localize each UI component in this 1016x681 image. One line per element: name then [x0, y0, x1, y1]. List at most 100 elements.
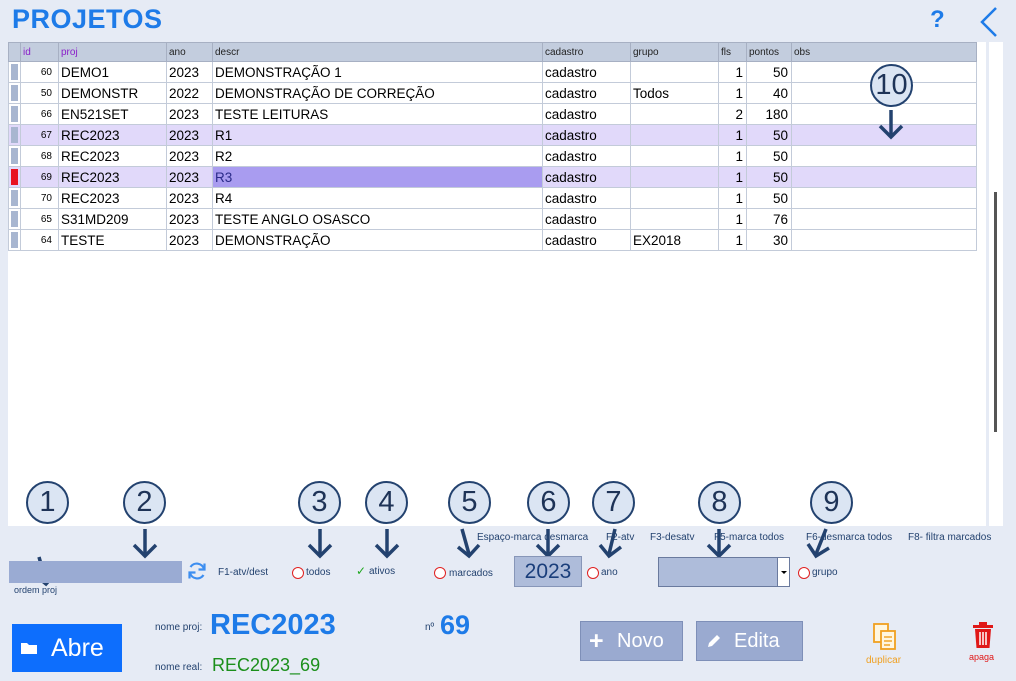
- cell-ano[interactable]: 2023: [166, 187, 213, 209]
- open-button[interactable]: Abre: [12, 624, 122, 672]
- projects-grid[interactable]: id proj ano descr cadastro grupo fls pon…: [8, 42, 986, 526]
- cell-pontos[interactable]: 40: [746, 82, 792, 104]
- cell-fls[interactable]: 1: [718, 187, 747, 209]
- radio-ano[interactable]: [587, 567, 599, 579]
- row-indicator[interactable]: [8, 166, 21, 188]
- cell-cadastro[interactable]: cadastro: [542, 208, 631, 230]
- cell-descr[interactable]: R2: [212, 145, 543, 167]
- cell-id[interactable]: 69: [20, 166, 59, 188]
- cell-fls[interactable]: 1: [718, 61, 747, 83]
- cell-cadastro[interactable]: cadastro: [542, 61, 631, 83]
- cell-pontos[interactable]: 76: [746, 208, 792, 230]
- cell-fls[interactable]: 1: [718, 124, 747, 146]
- cell-cadastro[interactable]: cadastro: [542, 82, 631, 104]
- cell-descr[interactable]: DEMONSTRAÇÃO DE CORREÇÃO: [212, 82, 543, 104]
- column-header[interactable]: descr: [212, 42, 543, 62]
- cell-ano[interactable]: 2023: [166, 61, 213, 83]
- cell-fls[interactable]: 1: [718, 145, 747, 167]
- cell-proj[interactable]: REC2023: [58, 124, 167, 146]
- row-indicator[interactable]: [8, 208, 21, 230]
- row-indicator[interactable]: [8, 229, 21, 251]
- cell-ano[interactable]: 2022: [166, 82, 213, 104]
- table-row[interactable]: 60 DEMO1 2023 DEMONSTRAÇÃO 1 cadastro 1 50: [8, 61, 977, 83]
- delete-label[interactable]: apaga: [969, 652, 994, 662]
- row-indicator[interactable]: [8, 103, 21, 125]
- cell-grupo[interactable]: [630, 145, 719, 167]
- back-button[interactable]: [976, 6, 1002, 38]
- cell-grupo[interactable]: [630, 61, 719, 83]
- cell-cadastro[interactable]: cadastro: [542, 187, 631, 209]
- row-indicator[interactable]: [8, 187, 21, 209]
- cell-grupo[interactable]: [630, 124, 719, 146]
- cell-ano[interactable]: 2023: [166, 124, 213, 146]
- dropdown-button[interactable]: [777, 558, 789, 586]
- table-row[interactable]: 50 DEMONSTR 2022 DEMONSTRAÇÃO DE CORREÇÃO ca…: [8, 82, 977, 104]
- cell-ano[interactable]: 2023: [166, 145, 213, 167]
- column-header[interactable]: ano: [166, 42, 213, 62]
- cell-grupo[interactable]: EX2018: [630, 229, 719, 251]
- cell-ano[interactable]: 2023: [166, 229, 213, 251]
- cell-cadastro[interactable]: cadastro: [542, 124, 631, 146]
- cell-ano[interactable]: 2023: [166, 208, 213, 230]
- cell-grupo[interactable]: [630, 187, 719, 209]
- cell-fls[interactable]: 2: [718, 103, 747, 125]
- cell-proj[interactable]: REC2023: [58, 145, 167, 167]
- cell-descr[interactable]: R3: [212, 166, 543, 188]
- cell-id[interactable]: 65: [20, 208, 59, 230]
- table-row[interactable]: 66 EN521SET 2023 TESTE LEITURAS cadastro 2 180: [8, 103, 977, 125]
- group-select[interactable]: [658, 557, 790, 587]
- cell-fls[interactable]: 1: [718, 166, 747, 188]
- table-row[interactable]: 65 S31MD209 2023 TESTE ANGLO OSASCO cadastro…: [8, 208, 977, 230]
- cell-proj[interactable]: DEMO1: [58, 61, 167, 83]
- row-indicator[interactable]: [8, 82, 21, 104]
- year-field[interactable]: 2023: [514, 556, 582, 587]
- cell-pontos[interactable]: 50: [746, 187, 792, 209]
- cell-obs[interactable]: [791, 187, 977, 209]
- cell-descr[interactable]: R1: [212, 124, 543, 146]
- column-header[interactable]: obs: [791, 42, 977, 62]
- cell-proj[interactable]: EN521SET: [58, 103, 167, 125]
- cell-pontos[interactable]: 50: [746, 124, 792, 146]
- cell-pontos[interactable]: 180: [746, 103, 792, 125]
- row-indicator[interactable]: [8, 124, 21, 146]
- column-header[interactable]: pontos: [746, 42, 792, 62]
- cell-fls[interactable]: 1: [718, 82, 747, 104]
- radio-marcados[interactable]: [434, 567, 446, 579]
- cell-fls[interactable]: 1: [718, 208, 747, 230]
- cell-descr[interactable]: DEMONSTRAÇÃO: [212, 229, 543, 251]
- check-icon[interactable]: ✓: [356, 564, 366, 578]
- cell-id[interactable]: 66: [20, 103, 59, 125]
- cell-ano[interactable]: 2023: [166, 166, 213, 188]
- column-header[interactable]: fls: [718, 42, 747, 62]
- column-header[interactable]: cadastro: [542, 42, 631, 62]
- new-button[interactable]: + Novo: [580, 621, 683, 661]
- table-row[interactable]: 69 REC2023 2023 R3 cadastro 1 50: [8, 166, 977, 188]
- radio-todos[interactable]: [292, 567, 304, 579]
- column-header[interactable]: grupo: [630, 42, 719, 62]
- cell-cadastro[interactable]: cadastro: [542, 103, 631, 125]
- trash-icon[interactable]: [972, 621, 994, 649]
- table-row[interactable]: 70 REC2023 2023 R4 cadastro 1 50: [8, 187, 977, 209]
- cell-id[interactable]: 60: [20, 61, 59, 83]
- search-input[interactable]: [9, 561, 182, 583]
- cell-grupo[interactable]: Todos: [630, 82, 719, 104]
- cell-grupo[interactable]: [630, 166, 719, 188]
- copy-icon[interactable]: [872, 622, 898, 652]
- cell-proj[interactable]: TESTE: [58, 229, 167, 251]
- cell-pontos[interactable]: 30: [746, 229, 792, 251]
- row-indicator[interactable]: [8, 145, 21, 167]
- cell-cadastro[interactable]: cadastro: [542, 229, 631, 251]
- cell-cadastro[interactable]: cadastro: [542, 145, 631, 167]
- cell-pontos[interactable]: 50: [746, 166, 792, 188]
- cell-cadastro[interactable]: cadastro: [542, 166, 631, 188]
- cell-pontos[interactable]: 50: [746, 145, 792, 167]
- cell-proj[interactable]: S31MD209: [58, 208, 167, 230]
- cell-proj[interactable]: DEMONSTR: [58, 82, 167, 104]
- cell-grupo[interactable]: [630, 208, 719, 230]
- cell-descr[interactable]: TESTE ANGLO OSASCO: [212, 208, 543, 230]
- cell-obs[interactable]: [791, 229, 977, 251]
- table-row[interactable]: 64 TESTE 2023 DEMONSTRAÇÃO cadastro EX2018 1 30: [8, 229, 977, 251]
- cell-pontos[interactable]: 50: [746, 61, 792, 83]
- table-row[interactable]: 68 REC2023 2023 R2 cadastro 1 50: [8, 145, 977, 167]
- cell-descr[interactable]: R4: [212, 187, 543, 209]
